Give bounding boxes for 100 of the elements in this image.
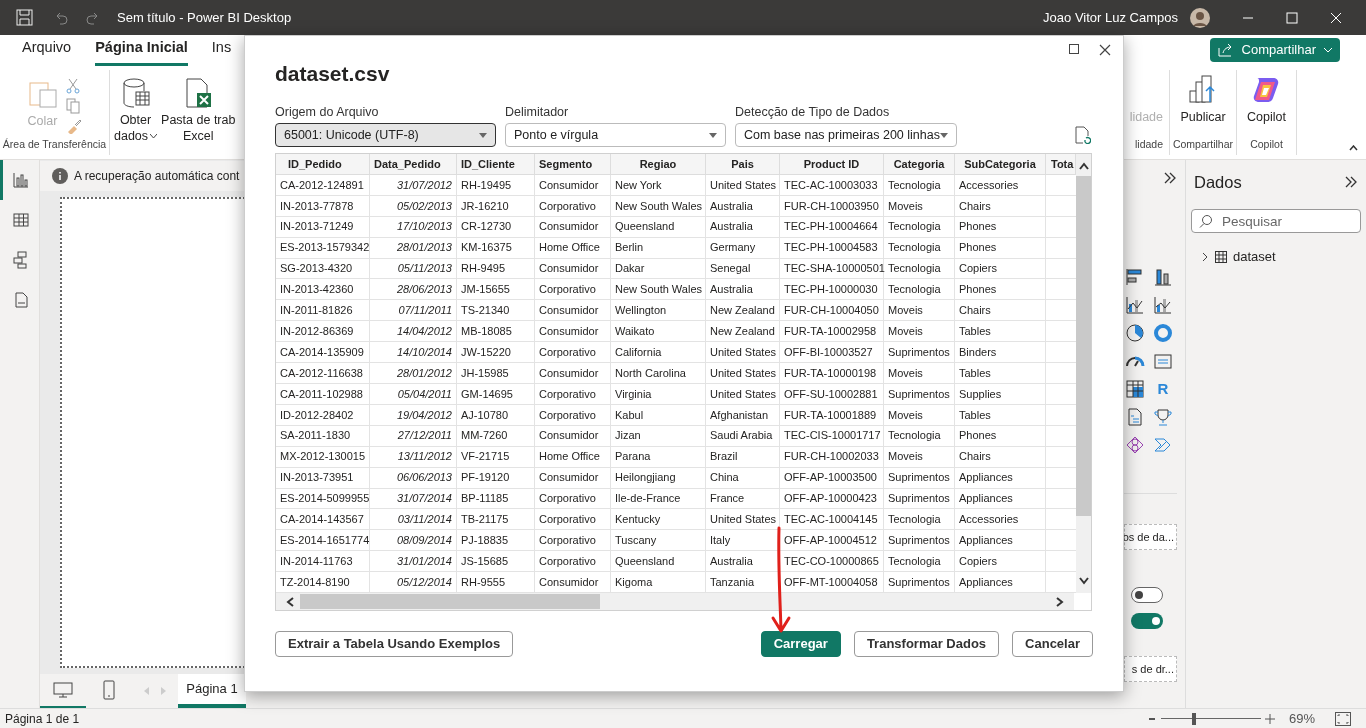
ribbon-button[interactable]: Publicar (1180, 70, 1226, 138)
vertical-scrollbar[interactable] (1076, 154, 1091, 593)
table-cell: 13/11/2012 (370, 446, 457, 467)
table-cell: France (706, 488, 780, 509)
close-icon (1099, 44, 1111, 56)
chevron-icon (150, 133, 158, 139)
table-cell: Suprimentos (884, 530, 955, 551)
table-cell: BP-11185 (457, 488, 535, 509)
dax-query-icon (12, 291, 30, 309)
table-cell: 07/11/2011 (370, 300, 457, 321)
table-cell: TS-21340 (457, 300, 535, 321)
table-cell: United States (706, 174, 780, 195)
collapse-icon (1349, 145, 1358, 151)
table-cell: United States (706, 342, 780, 363)
table-cell: Corporativo (535, 342, 611, 363)
table-cell: Moveis (884, 195, 955, 216)
table-cell: United States (706, 363, 780, 383)
close-icon (1330, 11, 1342, 24)
field-label: Delimitador (505, 104, 570, 120)
table-cell: New York (611, 174, 706, 195)
table-cell: Chairs (955, 195, 1046, 216)
table-cell: TEC-SHA-10000501 (780, 258, 884, 279)
toggle-switch[interactable] (1131, 587, 1163, 603)
table-cell: Home Office (535, 237, 611, 258)
dropdown[interactable]: Ponto e vírgula (505, 123, 726, 147)
zoom-level: 69% (1288, 709, 1315, 728)
table-cell: PJ-18835 (457, 530, 535, 551)
zoom-out-icon[interactable] (1148, 715, 1157, 722)
line-stacked-column-icon (1153, 295, 1173, 315)
refresh-icon (1075, 126, 1091, 144)
toggle-switch[interactable] (1131, 613, 1163, 629)
table-cell: Phones (955, 425, 1046, 446)
slider-thumb[interactable] (1191, 712, 1196, 725)
table-cell: 27/12/2011 (370, 425, 457, 446)
page-tab[interactable]: Página 1 (178, 674, 246, 708)
table-cell: 05/11/2013 (370, 258, 457, 279)
table-cell: Consumidor (535, 572, 611, 593)
group-label: Copilot (1250, 137, 1283, 153)
table-cell: 14/10/2014 (370, 342, 457, 363)
column-header: Categoria (884, 154, 955, 174)
search-field[interactable]: Pesquisar (1191, 209, 1361, 234)
dropdown[interactable]: 65001: Unicode (UTF-8) (275, 123, 496, 147)
zoom-slider[interactable] (1160, 712, 1261, 725)
table-icon (1215, 251, 1227, 263)
horizontal-scrollbar[interactable] (276, 593, 1074, 610)
table-cell: 05/02/2013 (370, 195, 457, 216)
ribbon-button[interactable]: Pasta de trab Excel (161, 78, 236, 144)
dialog-button[interactable]: Cancelar (1012, 631, 1093, 657)
table-cell: United States (706, 509, 780, 530)
dialog-button[interactable]: Carregar (760, 631, 841, 657)
table-cell: Tecnologia (884, 551, 955, 572)
table-cell: OFF-AP-10000423 (780, 488, 884, 509)
column-header: Regiao (611, 154, 706, 174)
column-header: Pais (706, 154, 780, 174)
table-cell: JW-15220 (457, 342, 535, 363)
table-cell: Consumidor (535, 467, 611, 488)
donut-chart-icon (1153, 323, 1173, 343)
tree-item[interactable]: dataset (1201, 247, 1361, 267)
dropdown[interactable]: Com base nas primeiras 200 linhas (735, 123, 957, 147)
table-cell: OFF-AP-10003500 (780, 467, 884, 488)
table-cell: 28/06/2013 (370, 279, 457, 300)
table-view-icon (12, 211, 30, 229)
ribbon-tab[interactable]: Arquivo (22, 37, 72, 66)
table-cell: Suprimentos (884, 383, 955, 404)
table-cell: 19/04/2012 (370, 404, 457, 425)
left-arrow-icon (144, 687, 149, 695)
table-cell: Consumidor (535, 174, 611, 195)
table-cell: MB-18085 (457, 321, 535, 342)
table-cell: PF-19120 (457, 467, 535, 488)
table-cell: Phones (955, 237, 1046, 258)
dialog-button[interactable]: Transformar Dados (853, 631, 1000, 657)
table-cell: Moveis (884, 300, 955, 321)
window-title: Sem título - Power BI Desktop (117, 8, 292, 27)
field-label: Detecção de Tipo de Dados (735, 104, 891, 120)
table-cell: Jizan (611, 425, 706, 446)
table-cell: Accessories (955, 509, 1046, 530)
chevron-icon (1324, 47, 1332, 53)
ribbon-tab[interactable]: Ins (211, 37, 232, 66)
table-cell: 17/10/2013 (370, 216, 457, 237)
caret-icon (709, 132, 717, 138)
table-cell: Phones (955, 279, 1046, 300)
table-cell: 28/01/2012 (370, 363, 457, 383)
line-column-icon (1125, 295, 1145, 315)
table-cell: New Zealand (706, 300, 780, 321)
table-cell: CA-2012-116638 (276, 363, 370, 383)
table-cell: 14/04/2012 (370, 321, 457, 342)
table-cell: Appliances (955, 467, 1046, 488)
ribbon-button[interactable]: Copilot (1247, 70, 1286, 138)
table-cell: ES-2014-1651774 (276, 530, 370, 551)
dialog-button[interactable]: Extrair a Tabela Usando Exemplos (275, 631, 514, 657)
field-well[interactable]: s de dr... (1124, 656, 1177, 682)
table-cell: Wellington (611, 300, 706, 321)
share-button[interactable]: Compartilhar (1209, 38, 1340, 62)
avatar (1190, 7, 1210, 28)
table-cell: Suprimentos (884, 488, 955, 509)
ribbon-button[interactable]: Obter dados (114, 78, 158, 144)
database-icon (120, 78, 151, 108)
table-cell: IN-2013-77878 (276, 195, 370, 216)
column-header: Product ID (780, 154, 884, 174)
table-cell: VF-21715 (457, 446, 535, 467)
